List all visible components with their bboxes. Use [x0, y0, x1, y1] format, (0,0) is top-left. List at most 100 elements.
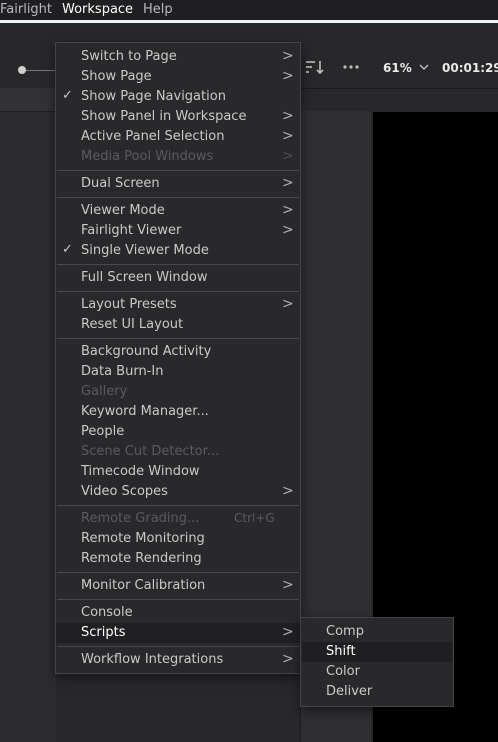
- scripts-submenu: Comp Shift Color Deliver: [300, 617, 454, 707]
- menu-separator: [57, 505, 299, 506]
- menu-item-label: Reset UI Layout: [81, 317, 184, 332]
- menu-item-keyword-manager[interactable]: Keyword Manager...: [56, 402, 300, 422]
- chevron-right-icon: >: [282, 624, 294, 640]
- menu-item-background-activity[interactable]: Background Activity: [56, 342, 300, 362]
- menu-item-show-page[interactable]: Show Page >: [56, 67, 300, 87]
- submenu-item-shift[interactable]: Shift: [302, 642, 452, 662]
- menu-item-label: Fairlight Viewer: [81, 223, 182, 238]
- menu-item-label: Show Panel in Workspace: [81, 109, 247, 124]
- submenu-item-label: Shift: [326, 644, 356, 659]
- chevron-right-icon: >: [282, 175, 294, 191]
- menu-item-people[interactable]: People: [56, 422, 300, 442]
- menu-item-label: Single Viewer Mode: [81, 243, 209, 258]
- menu-item-label: Viewer Mode: [81, 203, 165, 218]
- check-icon: ✓: [62, 242, 73, 257]
- menu-separator: [57, 170, 299, 171]
- submenu-item-label: Deliver: [326, 684, 373, 699]
- more-icon[interactable]: [342, 59, 362, 79]
- menu-item-console[interactable]: Console: [56, 603, 300, 623]
- menu-item-switch-to-page[interactable]: Switch to Page >: [56, 47, 300, 67]
- menu-separator: [57, 646, 299, 647]
- menu-separator: [57, 572, 299, 573]
- submenu-item-label: Color: [326, 664, 360, 679]
- menu-item-active-panel-selection[interactable]: Active Panel Selection >: [56, 127, 300, 147]
- menu-fairlight[interactable]: Fairlight: [0, 2, 52, 17]
- menu-item-label: Console: [81, 605, 133, 620]
- menu-item-label: Timecode Window: [81, 464, 200, 479]
- menu-item-fairlight-viewer[interactable]: Fairlight Viewer >: [56, 221, 300, 241]
- menu-workspace[interactable]: Workspace: [62, 2, 133, 17]
- menu-item-video-scopes[interactable]: Video Scopes >: [56, 482, 300, 502]
- chevron-right-icon: >: [282, 296, 294, 312]
- menu-item-label: Workflow Integrations: [81, 652, 224, 667]
- timecode-display: 00:01:29:0: [442, 61, 498, 75]
- menu-item-remote-rendering[interactable]: Remote Rendering: [56, 549, 300, 569]
- zoom-select[interactable]: 61%: [374, 57, 434, 81]
- menu-separator: [57, 264, 299, 265]
- submenu-item-comp[interactable]: Comp: [302, 622, 452, 642]
- menu-item-timecode-window[interactable]: Timecode Window: [56, 462, 300, 482]
- menu-item-layout-presets[interactable]: Layout Presets >: [56, 295, 300, 315]
- menu-item-label: Show Page: [81, 69, 152, 84]
- menu-item-label: Remote Rendering: [81, 551, 202, 566]
- menu-item-label: Active Panel Selection: [81, 129, 225, 144]
- chevron-right-icon: >: [282, 577, 294, 593]
- menu-item-viewer-mode[interactable]: Viewer Mode >: [56, 201, 300, 221]
- submenu-item-deliver[interactable]: Deliver: [302, 682, 452, 702]
- menu-item-label: Video Scopes: [81, 484, 168, 499]
- chevron-right-icon: >: [282, 108, 294, 124]
- menu-item-media-pool-windows: Media Pool Windows >: [56, 147, 300, 167]
- menu-item-label: Full Screen Window: [81, 270, 208, 285]
- menu-item-dual-screen[interactable]: Dual Screen >: [56, 174, 300, 194]
- menu-item-label: Scripts: [81, 625, 126, 640]
- check-icon: ✓: [62, 88, 73, 103]
- menu-item-show-page-navigation[interactable]: ✓ Show Page Navigation: [56, 87, 300, 107]
- sort-icon[interactable]: [305, 59, 325, 79]
- chevron-down-icon: [418, 60, 430, 77]
- menu-item-single-viewer-mode[interactable]: ✓ Single Viewer Mode: [56, 241, 300, 261]
- menu-item-label: Layout Presets: [81, 297, 177, 312]
- menu-item-label: Background Activity: [81, 344, 212, 359]
- menu-item-label: Data Burn-In: [81, 364, 164, 379]
- menu-item-full-screen-window[interactable]: Full Screen Window: [56, 268, 300, 288]
- menu-item-label: Remote Monitoring: [81, 531, 205, 546]
- menu-item-remote-grading: Remote Grading... Ctrl+G: [56, 509, 300, 529]
- menu-item-remote-monitoring[interactable]: Remote Monitoring: [56, 529, 300, 549]
- chevron-right-icon: >: [282, 148, 294, 164]
- chevron-right-icon: >: [282, 48, 294, 64]
- submenu-item-color[interactable]: Color: [302, 662, 452, 682]
- zoom-value: 61%: [383, 61, 412, 75]
- menu-item-label: Scene Cut Detector...: [81, 444, 220, 459]
- menu-item-label: Switch to Page: [81, 49, 177, 64]
- menu-item-label: Gallery: [81, 384, 128, 399]
- menu-item-show-panel-in-workspace[interactable]: Show Panel in Workspace >: [56, 107, 300, 127]
- menu-separator: [57, 197, 299, 198]
- menu-help[interactable]: Help: [143, 2, 173, 17]
- shortcut-label: Ctrl+G: [234, 511, 275, 525]
- menu-item-scripts[interactable]: Scripts >: [56, 623, 300, 643]
- menu-item-monitor-calibration[interactable]: Monitor Calibration >: [56, 576, 300, 596]
- chevron-right-icon: >: [282, 202, 294, 218]
- submenu-item-label: Comp: [326, 624, 364, 639]
- menu-item-label: People: [81, 424, 125, 439]
- chevron-right-icon: >: [282, 651, 294, 667]
- menu-item-data-burn-in[interactable]: Data Burn-In: [56, 362, 300, 382]
- menu-item-label: Monitor Calibration: [81, 578, 206, 593]
- left-panel-header: [0, 88, 56, 112]
- menu-item-workflow-integrations[interactable]: Workflow Integrations >: [56, 650, 300, 670]
- workspace-menu: Switch to Page > Show Page > ✓ Show Page…: [55, 42, 301, 674]
- zoom-slider-track[interactable]: [26, 70, 58, 71]
- menu-item-scene-cut-detector: Scene Cut Detector...: [56, 442, 300, 462]
- menu-item-label: Media Pool Windows: [81, 149, 214, 164]
- menu-item-reset-ui-layout[interactable]: Reset UI Layout: [56, 315, 300, 335]
- chevron-right-icon: >: [282, 128, 294, 144]
- chevron-right-icon: >: [282, 68, 294, 84]
- menu-item-label: Show Page Navigation: [81, 89, 226, 104]
- menu-separator: [57, 599, 299, 600]
- left-panel: [0, 88, 56, 742]
- menu-item-label: Dual Screen: [81, 176, 160, 191]
- zoom-slider-handle[interactable]: [18, 66, 26, 74]
- menu-bar: Fairlight Workspace Help: [0, 0, 498, 20]
- chevron-right-icon: >: [282, 483, 294, 499]
- menu-separator: [57, 338, 299, 339]
